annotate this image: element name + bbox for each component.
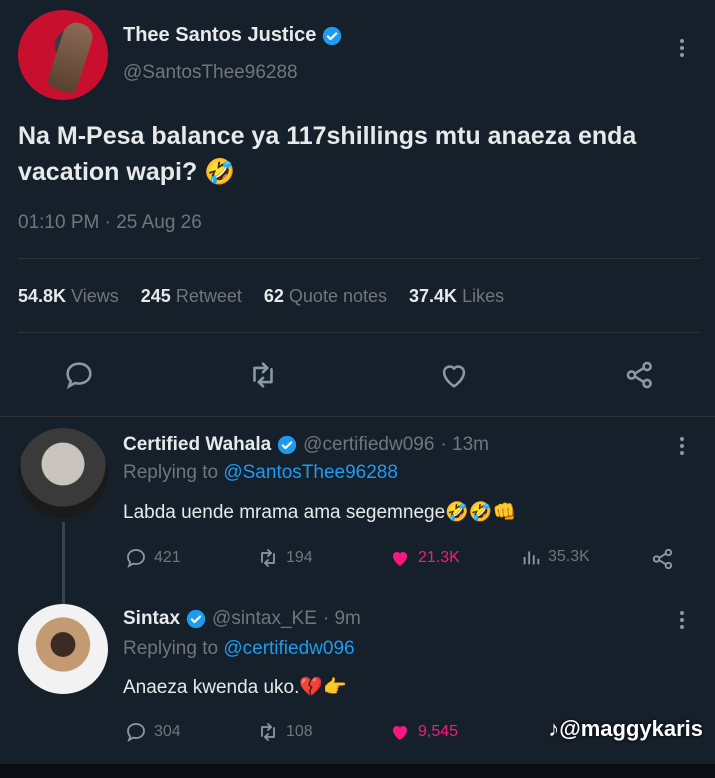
author-handle[interactable]: @SantosThee96288 — [123, 62, 298, 84]
more-options-icon[interactable] — [680, 608, 684, 632]
divider — [18, 258, 700, 259]
verified-badge-icon — [186, 609, 206, 629]
share-icon[interactable] — [650, 546, 676, 572]
rofl-emoji: 🤣 — [204, 158, 236, 186]
reply-text: Labda uende mrama ama segemnege🤣🤣👊 — [123, 502, 517, 523]
liked-heart-icon — [393, 552, 407, 566]
mention-link[interactable]: @SantosThee96288 — [223, 462, 398, 483]
share-icon[interactable] — [623, 358, 657, 392]
retweet-icon — [261, 549, 275, 567]
like-icon[interactable] — [437, 358, 471, 392]
like-count[interactable]: 9,545 — [388, 720, 458, 744]
reply-text: Anaeza kwenda uko.💔👉 — [123, 677, 347, 698]
views-stat[interactable]: 54.8K Views — [18, 286, 119, 307]
reply-avatar[interactable] — [18, 428, 108, 518]
mention-link[interactable]: @certifiedw096 — [223, 638, 354, 659]
divider — [0, 416, 715, 417]
divider — [18, 332, 700, 333]
replying-to: Replying to @SantosThee96288 — [123, 462, 398, 483]
tweet-text-line-1: Na M-Pesa balance ya 117shillings mtu an… — [18, 122, 637, 150]
reply-icon[interactable] — [62, 358, 96, 392]
reply-icon — [127, 549, 145, 568]
reply-emojis: 💔👉 — [299, 677, 347, 698]
replying-to: Replying to @certifiedw096 — [123, 638, 355, 659]
reply-time: · 9m — [322, 608, 361, 629]
tiktok-icon: ♪ — [548, 716, 560, 741]
retweet-icon — [261, 723, 275, 741]
retweet-count[interactable]: 194 — [256, 546, 313, 570]
views-icon — [523, 551, 540, 565]
tweet-text-line-2: vacation wapi? — [18, 158, 198, 186]
bottom-bar — [0, 764, 715, 778]
reply-icon — [127, 723, 145, 742]
reply-emojis: 🤣🤣👊 — [445, 502, 517, 523]
author-avatar[interactable] — [18, 10, 108, 100]
reply-count[interactable]: 421 — [124, 546, 181, 570]
verified-badge-icon — [323, 26, 342, 45]
reply-author-name[interactable]: Sintax — [123, 608, 180, 630]
reply-author-name[interactable]: Certified Wahala — [123, 434, 271, 456]
more-options-icon[interactable] — [680, 434, 684, 458]
reply-count[interactable]: 304 — [124, 720, 181, 744]
view-count[interactable]: 35.3K — [520, 546, 590, 568]
thread-line — [62, 522, 65, 608]
retweet-count[interactable]: 108 — [256, 720, 313, 744]
tweet-text: Na M-Pesa balance ya 117shillings mtu an… — [18, 118, 698, 190]
retweets-stat[interactable]: 245 Retweet — [141, 286, 242, 307]
liked-heart-icon — [393, 726, 407, 740]
more-options-icon[interactable] — [680, 36, 684, 60]
author-name[interactable]: Thee Santos Justice — [123, 24, 316, 47]
reply-avatar[interactable] — [18, 604, 108, 694]
retweet-icon[interactable] — [246, 358, 280, 392]
reply-author-handle[interactable]: @certifiedw096 — [303, 434, 434, 456]
reply-time: · 13m — [440, 434, 489, 455]
tweet-timestamp[interactable]: 01:10 PM · 25 Aug 26 — [18, 212, 202, 234]
quotes-stat[interactable]: 62 Quote notes — [264, 286, 387, 307]
verified-badge-icon — [278, 435, 297, 455]
tweet-stats: 54.8K Views 245 Retweet 62 Quote notes 3… — [18, 286, 526, 307]
likes-stat[interactable]: 37.4K Likes — [409, 286, 504, 307]
like-count[interactable]: 21.3K — [388, 546, 460, 570]
reply-author-handle[interactable]: @sintax_KE — [212, 608, 317, 630]
tiktok-watermark: ♪@maggykaris — [548, 716, 703, 741]
